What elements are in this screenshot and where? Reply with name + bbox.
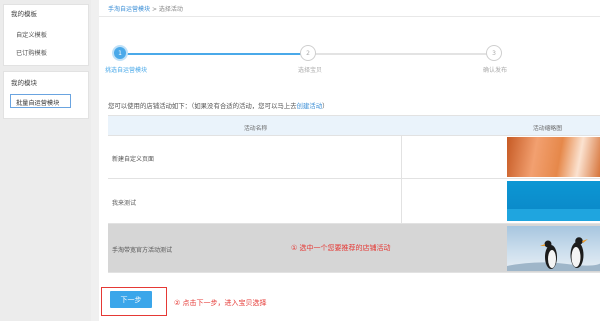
- activity-thumbnail: [507, 226, 600, 271]
- sidebar-section-title: 我的模块: [11, 79, 37, 87]
- step-1-label: 挑选自运营模块: [105, 67, 148, 74]
- next-step-button[interactable]: 下一步: [110, 291, 152, 308]
- sidebar-item-ordered-templates[interactable]: 已订购模板: [16, 48, 47, 57]
- sidebar-item-batch-modules[interactable]: 批量自运营模块: [10, 94, 71, 108]
- table-header: 活动名称 活动缩略图: [108, 116, 600, 136]
- step-1-circle: 1: [112, 45, 128, 61]
- breadcrumb-current: 选择活动: [158, 6, 183, 13]
- activity-name: 手淘带宽官方活动测试: [112, 247, 173, 254]
- sidebar-item-custom-templates[interactable]: 自定义模板: [16, 30, 47, 39]
- sidebar-section-modules: 我的模块 批量自运营模块: [3, 71, 89, 119]
- breadcrumb-link[interactable]: 手淘自运营模块: [108, 6, 150, 13]
- column-header-thumbnail: 活动缩略图: [533, 126, 562, 132]
- divider: [99, 16, 600, 17]
- table-row-selected[interactable]: 手淘带宽官方活动测试 ① 选中一个您要推荐的店铺活动: [108, 224, 600, 273]
- intro-text: 您可以使用的店铺活动如下：（如果没有合适的活动，您可以马上去创建活动）: [108, 101, 328, 110]
- step-2-label: 选择宝贝: [298, 67, 323, 74]
- intro-prefix: 您可以使用的店铺活动如下：（如果没有合适的活动，您可以马上去: [108, 102, 297, 110]
- activity-thumbnail: [507, 137, 600, 177]
- activity-thumbnail: [507, 181, 600, 221]
- step-progress-line: [127, 53, 301, 55]
- step-track-line: [301, 53, 501, 55]
- step-2-circle: 2: [300, 45, 316, 61]
- main-panel: 手淘自运营模块 > 选择活动 1 2 3 挑选自运营模块 选择宝贝 确认发布 您…: [99, 0, 600, 321]
- sidebar-section-title: 我的模板: [11, 10, 37, 18]
- penguins-image: [507, 237, 600, 271]
- column-header-name: 活动名称: [244, 126, 268, 132]
- annotation-select: ① 选中一个您要推荐的店铺活动: [291, 244, 391, 252]
- sidebar: 我的模板 自定义模板 已订购模板 我的模块 批量自运营模块: [0, 0, 91, 321]
- activity-table: 活动名称 活动缩略图 新建自定义页面 我来测试 手淘带宽官方活动测试 ① 选中一…: [108, 115, 600, 283]
- activity-name: 我来测试: [112, 200, 137, 207]
- intro-suffix: ）: [322, 102, 329, 110]
- annotation-next: ② 点击下一步，进入宝贝选择: [174, 299, 267, 307]
- step-3-circle: 3: [486, 45, 502, 61]
- table-row[interactable]: 新建自定义页面: [108, 136, 600, 179]
- activity-name: 新建自定义页面: [112, 156, 155, 163]
- table-row[interactable]: 我来测试: [108, 179, 600, 224]
- breadcrumb: 手淘自运营模块 > 选择活动: [108, 4, 183, 13]
- breadcrumb-separator: >: [151, 6, 157, 13]
- sidebar-section-templates: 我的模板 自定义模板 已订购模板: [3, 4, 89, 66]
- step-3-label: 确认发布: [483, 67, 508, 74]
- create-activity-link[interactable]: 创建活动: [297, 102, 323, 110]
